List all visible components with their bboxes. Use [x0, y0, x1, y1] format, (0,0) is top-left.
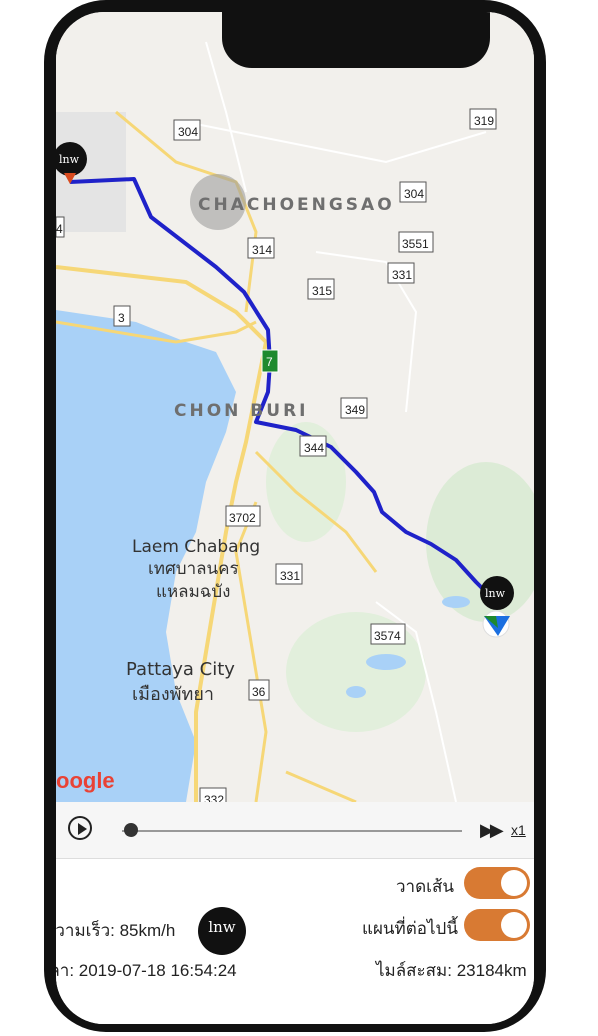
play-button[interactable]: [68, 816, 92, 840]
route-shield: 315: [307, 278, 335, 300]
city-label-chachoengsao: CHACHOENGSAO: [198, 195, 395, 215]
svg-text:lnw: lnw: [485, 587, 506, 600]
svg-text:344: 344: [304, 441, 324, 455]
svg-text:3: 3: [118, 311, 125, 325]
route-shield: 331: [387, 262, 415, 284]
svg-text:3702: 3702: [229, 511, 256, 525]
place-label-laem-chabang-th: แหลมฉบัง: [156, 582, 230, 602]
svg-text:3551: 3551: [402, 237, 429, 251]
next-map-label: แผนที่ต่อไปนี้: [362, 919, 458, 938]
svg-text:3574: 3574: [374, 629, 401, 643]
place-label-laem-chabang: Laem Chabang: [132, 537, 260, 557]
trip-info-panel: วาดเส้น ความเร็ว: 85km/h lnw แผนที่ต่อไป…: [56, 859, 534, 1024]
playback-slider-thumb[interactable]: [124, 823, 138, 837]
route-shield: 3574: [370, 623, 406, 645]
route-shield: 314: [247, 237, 275, 259]
mileage-text: ไมล์สะสม: 23184km: [376, 961, 527, 980]
svg-text:349: 349: [345, 403, 365, 417]
lake: [346, 686, 366, 698]
route-shield: 349: [340, 397, 368, 419]
phone-notch: [222, 12, 490, 68]
route-shield: 304: [173, 119, 201, 141]
route-shield: 3702: [225, 505, 261, 527]
route-shield: 332: [199, 787, 227, 802]
svg-text:4: 4: [56, 222, 63, 236]
phone-screen: CHACHOENGSAO CHON BURI Laem Chabang เทศบ…: [56, 12, 534, 1024]
speed-text: ความเร็ว: 85km/h: [56, 921, 176, 940]
next-map-toggle[interactable]: [464, 909, 530, 941]
map-canvas[interactable]: CHACHOENGSAO CHON BURI Laem Chabang เทศบ…: [56, 12, 534, 802]
draw-line-toggle[interactable]: [464, 867, 530, 899]
map-view[interactable]: CHACHOENGSAO CHON BURI Laem Chabang เทศบ…: [56, 12, 534, 802]
playback-slider-track[interactable]: [122, 830, 462, 832]
route-shield: 319: [469, 108, 497, 130]
svg-text:319: 319: [474, 114, 494, 128]
fast-forward-icon[interactable]: ▶▶: [480, 820, 504, 841]
lake: [442, 596, 470, 608]
svg-text:331: 331: [280, 569, 300, 583]
route-shield: 3551: [398, 231, 434, 253]
route-shield: 344: [299, 435, 327, 457]
svg-text:304: 304: [178, 125, 198, 139]
svg-text:332: 332: [204, 793, 224, 802]
svg-text:315: 315: [312, 284, 332, 298]
svg-text:314: 314: [252, 243, 272, 257]
svg-text:lnw: lnw: [59, 153, 80, 166]
route-shield: 3: [113, 305, 131, 327]
timestamp-text: เวลา: 2019-07-18 16:54:24: [56, 961, 237, 980]
playback-controls: ▶▶ x1: [56, 802, 534, 859]
route-shield: 304: [399, 181, 427, 203]
place-label-pattaya: Pattaya City: [126, 659, 235, 680]
route-shield: 4: [56, 216, 65, 238]
route-shield: 331: [275, 563, 303, 585]
lnw-logo: lnw: [198, 907, 246, 955]
google-attribution: oogle: [56, 768, 115, 793]
speed-multiplier-link[interactable]: x1: [511, 822, 526, 838]
svg-text:7: 7: [266, 355, 273, 369]
lake: [366, 654, 406, 670]
place-label-pattaya-th: เมืองพัทยา: [132, 684, 214, 705]
svg-text:331: 331: [392, 268, 412, 282]
city-label-chonburi: CHON BURI: [174, 401, 308, 421]
draw-line-label: วาดเส้น: [396, 877, 454, 896]
place-label-laem-chabang-th: เทศบาลนคร: [148, 559, 239, 579]
svg-text:304: 304: [404, 187, 424, 201]
route-shield: 36: [248, 679, 270, 701]
svg-text:36: 36: [252, 685, 266, 699]
route-shield: 7: [261, 349, 279, 373]
